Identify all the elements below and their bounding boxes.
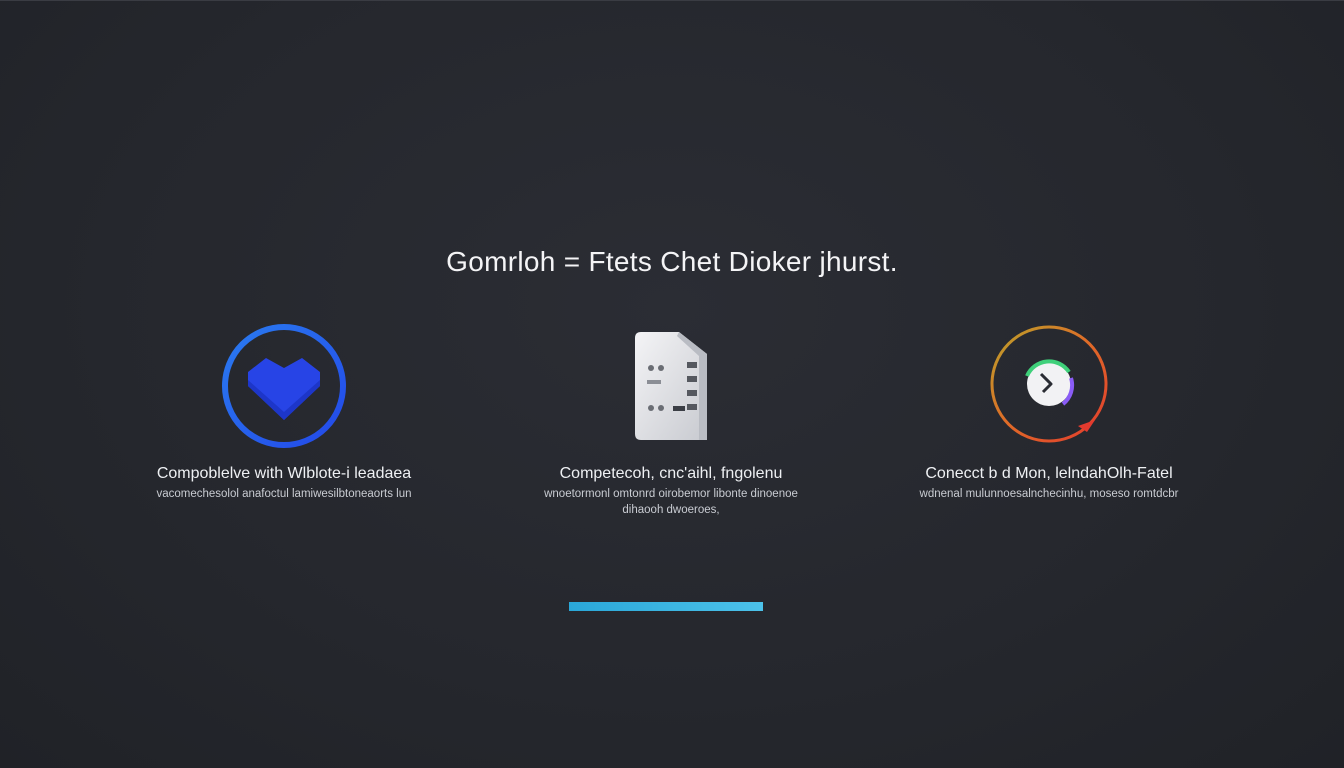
feature-title-2: Competecoh, cnc'aihl, fngolenu [559,465,783,482]
feature-desc-3: wdnenal mulunnoesalnchecinhu, moseso rom… [869,486,1229,502]
feature-title-3: Conecct b d Mon, lelndahOlh-Fatel [925,465,1173,482]
device-icon [635,332,707,440]
window-top-edge [0,0,1344,1]
feature-card-1: Compoblelve with Wlblote-i leadaea vacom… [104,320,464,502]
feature-card-3: Conecct b d Mon, lelndahOlh-Fatel wdnena… [869,320,1229,502]
heart-shield-icon [222,324,346,448]
progress-fill [569,602,763,611]
page-title: Gomrloh = Ftets Chet Dioker jhurst. [446,246,898,277]
loading-progress-bar [569,602,763,611]
feature-desc-line: wnoetormonl omtonrd oirobemor libonte di… [544,488,798,500]
feature-desc-1: vacomechesolol anafoctul lamiwesilbtonea… [104,486,464,502]
feature-desc-2: wnoetormonl omtonrd oirobemor libonte di… [491,486,851,518]
feature-desc-line: wdnenal mulunnoesalnchecinhu, moseso rom… [919,488,1179,500]
feature-title-1: Compoblelve with Wlblote-i leadaea [156,465,412,482]
sync-clock-icon [990,325,1108,443]
feature-icon-3 [869,320,1229,452]
feature-icon-1 [104,320,464,452]
feature-icon-2 [491,320,851,452]
feature-desc-line: dihaooh dwoeroes, [622,504,720,516]
feature-desc-line: vacomechesolol anafoctul lamiwesilbtonea… [156,488,412,500]
feature-card-2: Competecoh, cnc'aihl, fngolenu wnoetormo… [491,320,851,518]
